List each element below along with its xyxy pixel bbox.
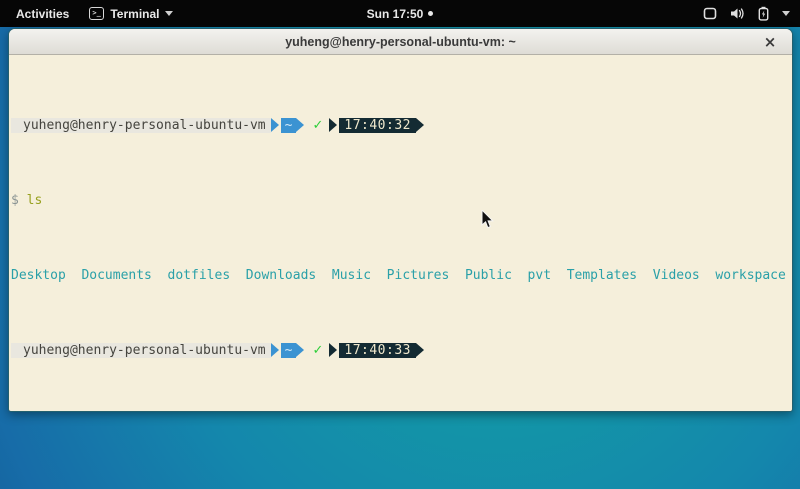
terminal-icon: >_: [89, 7, 104, 20]
prompt-path: ~: [281, 343, 297, 358]
powerline-arrow-icon: [271, 118, 279, 132]
window-titlebar[interactable]: yuheng@henry-personal-ubuntu-vm: ~ ×: [9, 29, 792, 55]
terminal-content[interactable]: yuheng@henry-personal-ubuntu-vm ~ ✓ 17:4…: [9, 55, 792, 412]
clock[interactable]: Sun 17:50: [367, 7, 424, 21]
powerline-arrow-icon: [271, 343, 279, 357]
status-check-icon: ✓: [304, 343, 329, 358]
app-menu-label: Terminal: [110, 7, 159, 21]
command-line: $ ls: [11, 193, 790, 208]
prompt-line: yuheng@henry-personal-ubuntu-vm ~ ✓ 17:4…: [11, 118, 790, 133]
prompt-user-host: yuheng@henry-personal-ubuntu-vm: [11, 343, 271, 358]
prompt-time: 17:40:32: [339, 118, 416, 133]
powerline-arrow-icon: [416, 118, 424, 132]
powerline-arrow-icon: [296, 343, 304, 357]
chevron-down-icon: [782, 11, 790, 16]
powerline-arrow-icon: [329, 343, 337, 357]
powerline-arrow-icon: [329, 118, 337, 132]
prompt-path: ~: [281, 118, 297, 133]
screen-icon: [703, 7, 717, 20]
battery-charging-icon: [758, 6, 769, 21]
volume-icon: [730, 7, 745, 20]
powerline-arrow-icon: [296, 118, 304, 132]
command-text: ls: [27, 193, 43, 208]
terminal-window: yuheng@henry-personal-ubuntu-vm: ~ × yuh…: [8, 28, 793, 412]
close-icon[interactable]: ×: [760, 29, 780, 55]
notification-dot-icon: [428, 11, 433, 16]
ls-output: Desktop Documents dotfiles Downloads Mus…: [11, 268, 790, 283]
prompt-symbol: $: [11, 193, 19, 208]
prompt-time: 17:40:33: [339, 343, 416, 358]
powerline-arrow-icon: [416, 343, 424, 357]
system-status-area[interactable]: [703, 0, 790, 27]
mouse-pointer-icon: [481, 210, 494, 230]
activities-button[interactable]: Activities: [12, 5, 73, 23]
prompt-user-host: yuheng@henry-personal-ubuntu-vm: [11, 118, 271, 133]
window-title: yuheng@henry-personal-ubuntu-vm: ~: [285, 35, 516, 49]
chevron-down-icon: [165, 11, 173, 16]
app-menu[interactable]: >_ Terminal: [89, 7, 173, 21]
top-bar: Activities >_ Terminal Sun 17:50: [0, 0, 800, 27]
status-check-icon: ✓: [304, 118, 329, 133]
prompt-line: yuheng@henry-personal-ubuntu-vm ~ ✓ 17:4…: [11, 343, 790, 358]
